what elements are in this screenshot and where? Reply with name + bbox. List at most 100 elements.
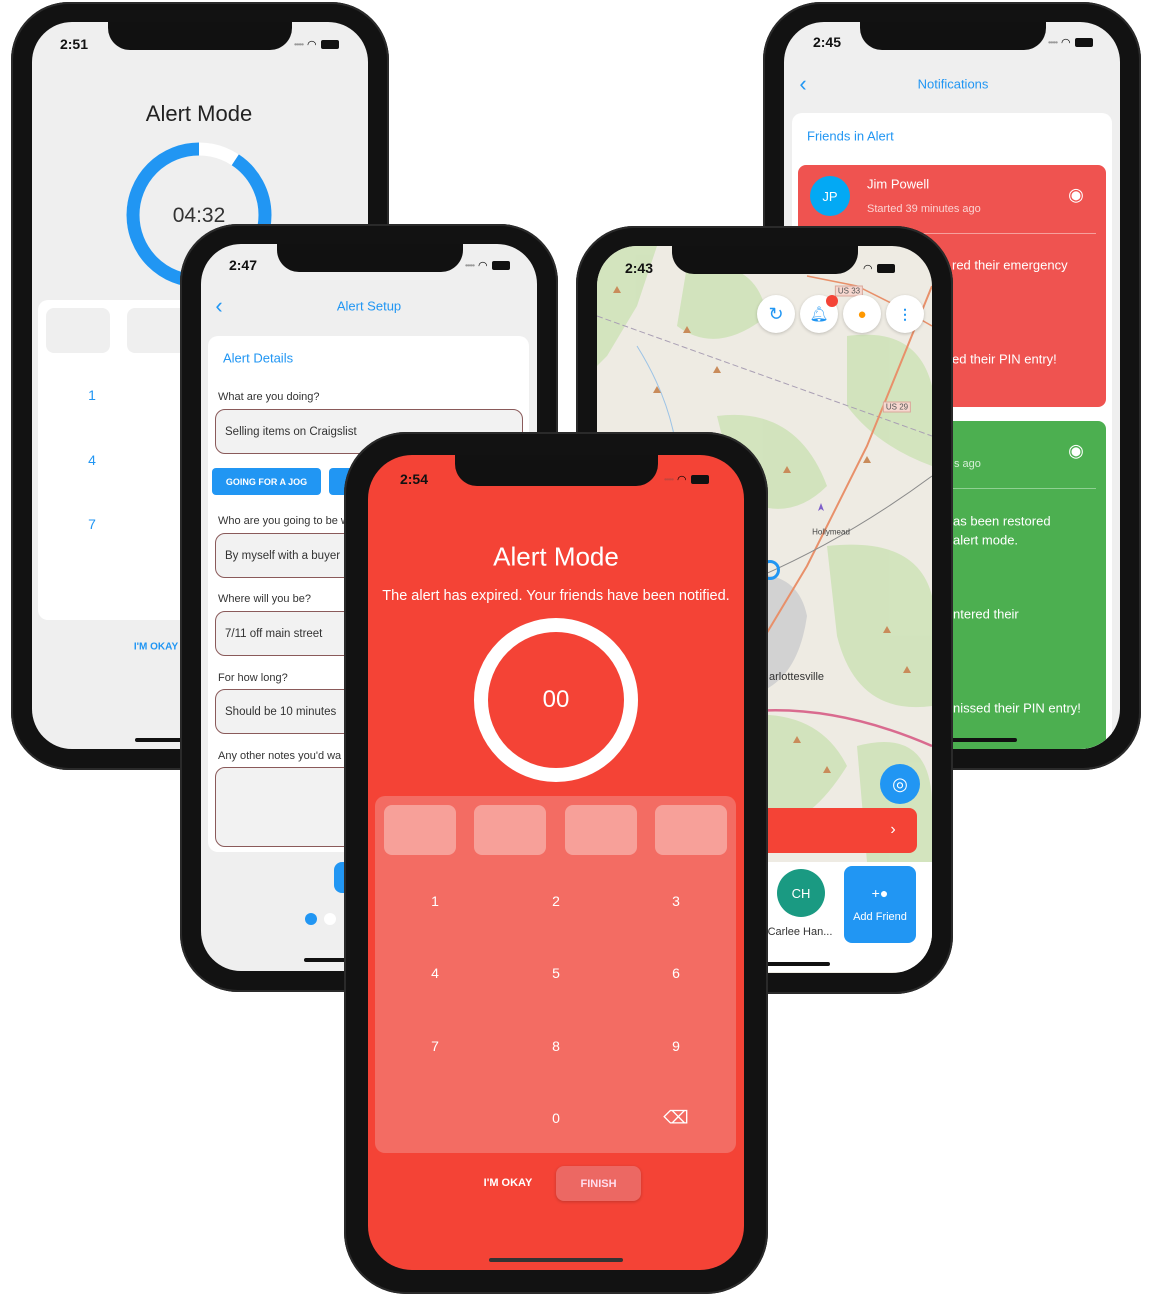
home-indicator xyxy=(489,1258,623,1262)
key-8[interactable]: 8 xyxy=(552,1038,560,1054)
signal-icon: ••••• xyxy=(664,475,674,484)
status-time: 2:47 xyxy=(228,257,258,273)
signal-icon: ••••• xyxy=(465,261,475,270)
section-title: Alert Details xyxy=(223,350,294,366)
status-time: 2:45 xyxy=(812,34,842,50)
finish-button[interactable]: FINISH xyxy=(556,1166,641,1201)
key-2[interactable]: 2 xyxy=(552,893,560,909)
key-1[interactable]: 1 xyxy=(431,893,439,909)
crosshair-icon: ◎ xyxy=(892,773,908,794)
key-9[interactable]: 9 xyxy=(672,1038,680,1054)
friend-name: Jim Powell xyxy=(867,176,930,192)
im-okay-button[interactable]: I'M OKAY xyxy=(134,642,178,653)
status-time: 2:43 xyxy=(624,260,654,276)
phone-alert-expired: 2:54 ••••• ◠ Alert Mode The alert has exp… xyxy=(344,432,768,1294)
key-4[interactable]: 4 xyxy=(88,452,96,468)
alert-started: s ago xyxy=(954,458,981,470)
backspace-icon[interactable]: ⌫ xyxy=(663,1108,688,1129)
page-dot-active xyxy=(305,913,317,925)
field-label: Where will you be? xyxy=(218,593,311,605)
status-icons: ◠ xyxy=(863,262,895,275)
person-icon: ● xyxy=(857,305,867,323)
event-text: red their emergency xyxy=(952,257,1068,273)
screen: 2:54 ••••• ◠ Alert Mode The alert has exp… xyxy=(368,455,744,1270)
status-icons: ••••• ◠ xyxy=(664,473,709,486)
notch xyxy=(108,22,292,50)
signal-icon: ••••• xyxy=(294,40,304,49)
eye-icon[interactable]: ◉ xyxy=(1068,441,1084,462)
pin-box xyxy=(655,805,727,855)
refresh-icon: ↻ xyxy=(768,303,784,324)
notification-badge xyxy=(826,295,838,307)
status-icons: ••••• ◠ xyxy=(1048,36,1093,49)
im-okay-button[interactable]: I'M OKAY xyxy=(484,1177,533,1189)
pin-box xyxy=(46,308,110,353)
event-text: ed their PIN entry! xyxy=(952,351,1057,367)
add-friend-button[interactable]: +● Add Friend xyxy=(844,866,916,943)
wifi-icon: ◠ xyxy=(1061,37,1071,49)
notch xyxy=(455,455,658,486)
back-button[interactable]: ‹ xyxy=(215,293,222,319)
event-text: as been restored xyxy=(953,513,1051,529)
page-title: Notifications xyxy=(917,76,989,92)
alert-started: Started 39 minutes ago xyxy=(867,203,981,215)
field-label: For how long? xyxy=(218,672,288,684)
place-label-city: arlottesville xyxy=(769,671,825,683)
key-3[interactable]: 3 xyxy=(672,893,680,909)
friend-name: Carlee Han... xyxy=(767,926,833,938)
page-title: Alert Mode xyxy=(493,541,619,572)
countdown-text: 04:32 xyxy=(172,204,226,227)
battery-icon xyxy=(690,475,709,484)
key-1[interactable]: 1 xyxy=(88,387,96,403)
locate-me-button[interactable]: ◎ xyxy=(880,764,920,804)
eye-icon[interactable]: ◉ xyxy=(1068,185,1084,206)
bell-icon: 🔔︎ xyxy=(809,306,829,323)
signal-icon: ••••• xyxy=(1048,38,1058,47)
avatar: JP xyxy=(810,176,850,216)
more-vertical-icon: ⋮ xyxy=(898,305,912,322)
field-label: Any other notes you'd wa xyxy=(218,750,342,762)
status-icons: ••••• ◠ xyxy=(465,259,510,272)
field-label: Who are you going to be w xyxy=(218,515,349,527)
preset-going-for-a-jog-button[interactable]: GOING FOR A JOG xyxy=(212,468,321,495)
key-7[interactable]: 7 xyxy=(431,1038,439,1054)
key-0[interactable]: 0 xyxy=(552,1110,560,1126)
event-text: ntered their xyxy=(953,606,1019,622)
pin-box xyxy=(384,805,456,855)
pin-box xyxy=(565,805,637,855)
wifi-icon: ◠ xyxy=(677,474,687,486)
event-text: nissed their PIN entry! xyxy=(953,700,1081,716)
friend-avatar[interactable]: CH xyxy=(777,869,825,917)
refresh-button[interactable]: ↻ xyxy=(757,295,795,333)
page-dot xyxy=(324,913,336,925)
wifi-icon: ◠ xyxy=(478,260,488,272)
notch xyxy=(277,244,463,272)
road-label-us29: US 29 xyxy=(882,401,912,413)
page-title: Alert Mode xyxy=(145,101,253,126)
place-label-hollymead: Hollymead xyxy=(812,527,850,537)
notch xyxy=(860,22,1046,50)
key-4[interactable]: 4 xyxy=(431,965,439,981)
key-7[interactable]: 7 xyxy=(88,516,96,532)
more-button[interactable]: ⋮ xyxy=(886,295,924,333)
section-title: Friends in Alert xyxy=(807,128,894,144)
page-title: Alert Setup xyxy=(336,298,402,314)
battery-icon xyxy=(876,264,895,273)
add-friend-label: Add Friend xyxy=(853,911,907,923)
expired-message: The alert has expired. Your friends have… xyxy=(382,588,730,604)
add-person-icon: +● xyxy=(871,885,889,901)
wifi-icon: ◠ xyxy=(863,263,873,275)
profile-button[interactable]: ● xyxy=(843,295,881,333)
status-time: 2:51 xyxy=(59,36,89,52)
key-5[interactable]: 5 xyxy=(552,965,560,981)
field-label: What are you doing? xyxy=(218,391,320,403)
battery-icon xyxy=(1074,38,1093,47)
event-text: alert mode. xyxy=(953,532,1019,548)
key-6[interactable]: 6 xyxy=(672,965,680,981)
keypad: 1 2 3 4 5 6 7 8 9 0 ⌫ xyxy=(375,796,736,1153)
back-button[interactable]: ‹ xyxy=(799,71,806,97)
active-alert-bar[interactable]: › xyxy=(747,808,917,853)
status-time: 2:54 xyxy=(399,471,429,487)
battery-icon xyxy=(320,40,339,49)
chevron-right-icon: › xyxy=(890,821,896,838)
